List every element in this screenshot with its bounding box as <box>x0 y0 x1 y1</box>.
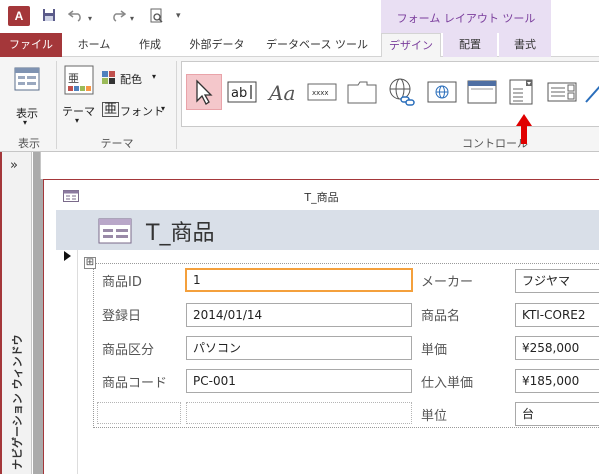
fonts-button[interactable]: 亜 フォント ▾ <box>102 101 172 119</box>
record-selector[interactable] <box>56 250 78 474</box>
empty-layout-cell[interactable] <box>97 402 181 424</box>
ribbon-tabs: ファイル ホーム 作成 外部データ データベース ツール デザイン 配置 書式 <box>0 33 599 58</box>
field-product-id[interactable]: 1 <box>185 268 413 292</box>
tab-create[interactable]: 作成 <box>124 33 176 57</box>
button-icon: xxxx <box>307 83 337 101</box>
redo-dropdown-icon[interactable]: ▾ <box>130 14 134 23</box>
ribbon: 表示 ▾ 表示 亜 テーマ ▾ 配色 ▾ 亜 フォント ▾ テーマ ab Aa … <box>0 57 599 152</box>
label-unit-price[interactable]: 単価 <box>421 339 447 358</box>
form-header-icon <box>98 218 132 244</box>
view-dropdown-icon: ▾ <box>23 118 28 127</box>
field-product-category[interactable]: パソコン <box>186 336 412 360</box>
label-unit[interactable]: 単位 <box>421 405 447 424</box>
textbox-icon: ab <box>227 81 257 103</box>
label-product-name[interactable]: 商品名 <box>421 305 460 324</box>
document-canvas <box>40 152 599 179</box>
field-product-name[interactable]: KTI-CORE2 <box>515 303 599 327</box>
label-maker[interactable]: メーカー <box>421 271 473 290</box>
line-control-button[interactable] <box>584 74 599 110</box>
navigation-pane-label-wrap: ナビゲーション ウィンドウ <box>0 334 32 474</box>
svg-text:xxxx: xxxx <box>312 89 329 97</box>
form-window-title: T_商品 <box>304 191 339 204</box>
web-browser-control-button[interactable] <box>424 74 460 110</box>
svg-text:亜: 亜 <box>68 72 79 85</box>
view-button[interactable]: 表示 ▾ <box>10 65 44 127</box>
print-preview-icon[interactable] <box>150 8 164 28</box>
title-bar: A ▾ ▾ ▾ フォーム レイアウト ツール <box>0 0 599 33</box>
tab-arrange[interactable]: 配置 <box>443 33 497 57</box>
fonts-icon: 亜 <box>102 102 120 117</box>
list-box-icon <box>547 82 577 102</box>
select-control-button[interactable] <box>186 74 222 110</box>
tab-database-tools[interactable]: データベース ツール <box>260 33 374 57</box>
tab-control-button[interactable] <box>344 74 380 110</box>
group-label-views: 表示 <box>18 137 40 150</box>
group-separator <box>56 61 57 149</box>
label-product-category[interactable]: 商品区分 <box>102 339 154 358</box>
context-tab-title: フォーム レイアウト ツール <box>396 12 536 25</box>
expand-chevron-icon[interactable]: » <box>10 158 18 173</box>
tab-format[interactable]: 書式 <box>499 33 551 57</box>
layout-move-handle-icon[interactable]: ⊞ <box>84 257 96 269</box>
svg-text:ab: ab <box>231 86 247 101</box>
form-header-title[interactable]: T_商品 <box>146 215 214 247</box>
combo-box-control-button[interactable] <box>504 74 540 110</box>
textbox-control-button[interactable]: ab <box>224 74 260 110</box>
colors-icon <box>102 71 115 84</box>
label-product-id[interactable]: 商品ID <box>102 271 142 290</box>
themes-icon: 亜 <box>64 65 94 95</box>
navigation-control-button[interactable] <box>464 74 500 110</box>
navigation-control-icon <box>467 80 497 104</box>
svg-text:Aa: Aa <box>267 81 295 103</box>
label-product-code[interactable]: 商品コード <box>102 372 167 391</box>
themes-button[interactable]: 亜 テーマ ▾ <box>62 63 98 127</box>
undo-icon[interactable] <box>67 8 84 26</box>
button-control-button[interactable]: xxxx <box>304 74 340 110</box>
tab-home[interactable]: ホーム <box>66 33 122 57</box>
line-icon <box>585 85 599 103</box>
label-purchase-price[interactable]: 仕入単価 <box>421 372 473 391</box>
web-browser-icon <box>427 81 457 103</box>
tab-external-data[interactable]: 外部データ <box>180 33 254 57</box>
redo-icon[interactable] <box>110 8 127 26</box>
field-registration-date[interactable]: 2014/01/14 <box>186 303 412 327</box>
record-selector-arrow-icon <box>64 251 71 261</box>
annotation-arrow-icon <box>516 114 532 144</box>
field-unit[interactable]: 台 <box>515 402 599 426</box>
colors-button[interactable]: 配色 ▾ <box>102 69 162 87</box>
field-product-code[interactable]: PC-001 <box>186 369 412 393</box>
hyperlink-control-button[interactable] <box>384 74 420 110</box>
colors-label: 配色 <box>120 73 142 86</box>
form-header[interactable] <box>56 210 599 250</box>
empty-layout-cell[interactable] <box>186 402 412 424</box>
label-control-button[interactable]: Aa <box>264 74 300 110</box>
themes-dropdown-icon: ▾ <box>75 116 80 125</box>
group-separator <box>176 61 177 149</box>
view-icon <box>14 67 40 91</box>
combo-box-icon <box>509 79 533 105</box>
customize-quick-access-icon[interactable]: ▾ <box>176 11 181 21</box>
field-unit-price[interactable]: ¥258,000 <box>515 336 599 360</box>
field-maker[interactable]: フジヤマ <box>515 269 599 293</box>
save-icon[interactable] <box>42 8 56 26</box>
label-icon: Aa <box>267 81 295 103</box>
label-registration-date[interactable]: 登録日 <box>102 305 141 324</box>
navigation-pane-label: ナビゲーション ウィンドウ <box>11 334 24 470</box>
colors-dropdown-icon: ▾ <box>152 72 157 81</box>
undo-dropdown-icon[interactable]: ▾ <box>88 14 92 23</box>
access-app-icon[interactable]: A <box>8 6 30 26</box>
controls-gallery: ab Aa xxxx <box>181 61 599 127</box>
folder-tab-icon <box>347 81 377 104</box>
globe-link-icon <box>389 78 415 106</box>
fonts-label: フォント <box>120 105 164 118</box>
tab-design[interactable]: デザイン <box>381 33 441 58</box>
group-label-themes: テーマ <box>100 137 134 150</box>
select-pointer-icon <box>196 79 213 105</box>
tab-file[interactable]: ファイル <box>0 33 62 57</box>
field-purchase-price[interactable]: ¥185,000 <box>515 369 599 393</box>
list-box-control-button[interactable] <box>544 74 580 110</box>
fonts-dropdown-icon: ▾ <box>161 104 166 113</box>
